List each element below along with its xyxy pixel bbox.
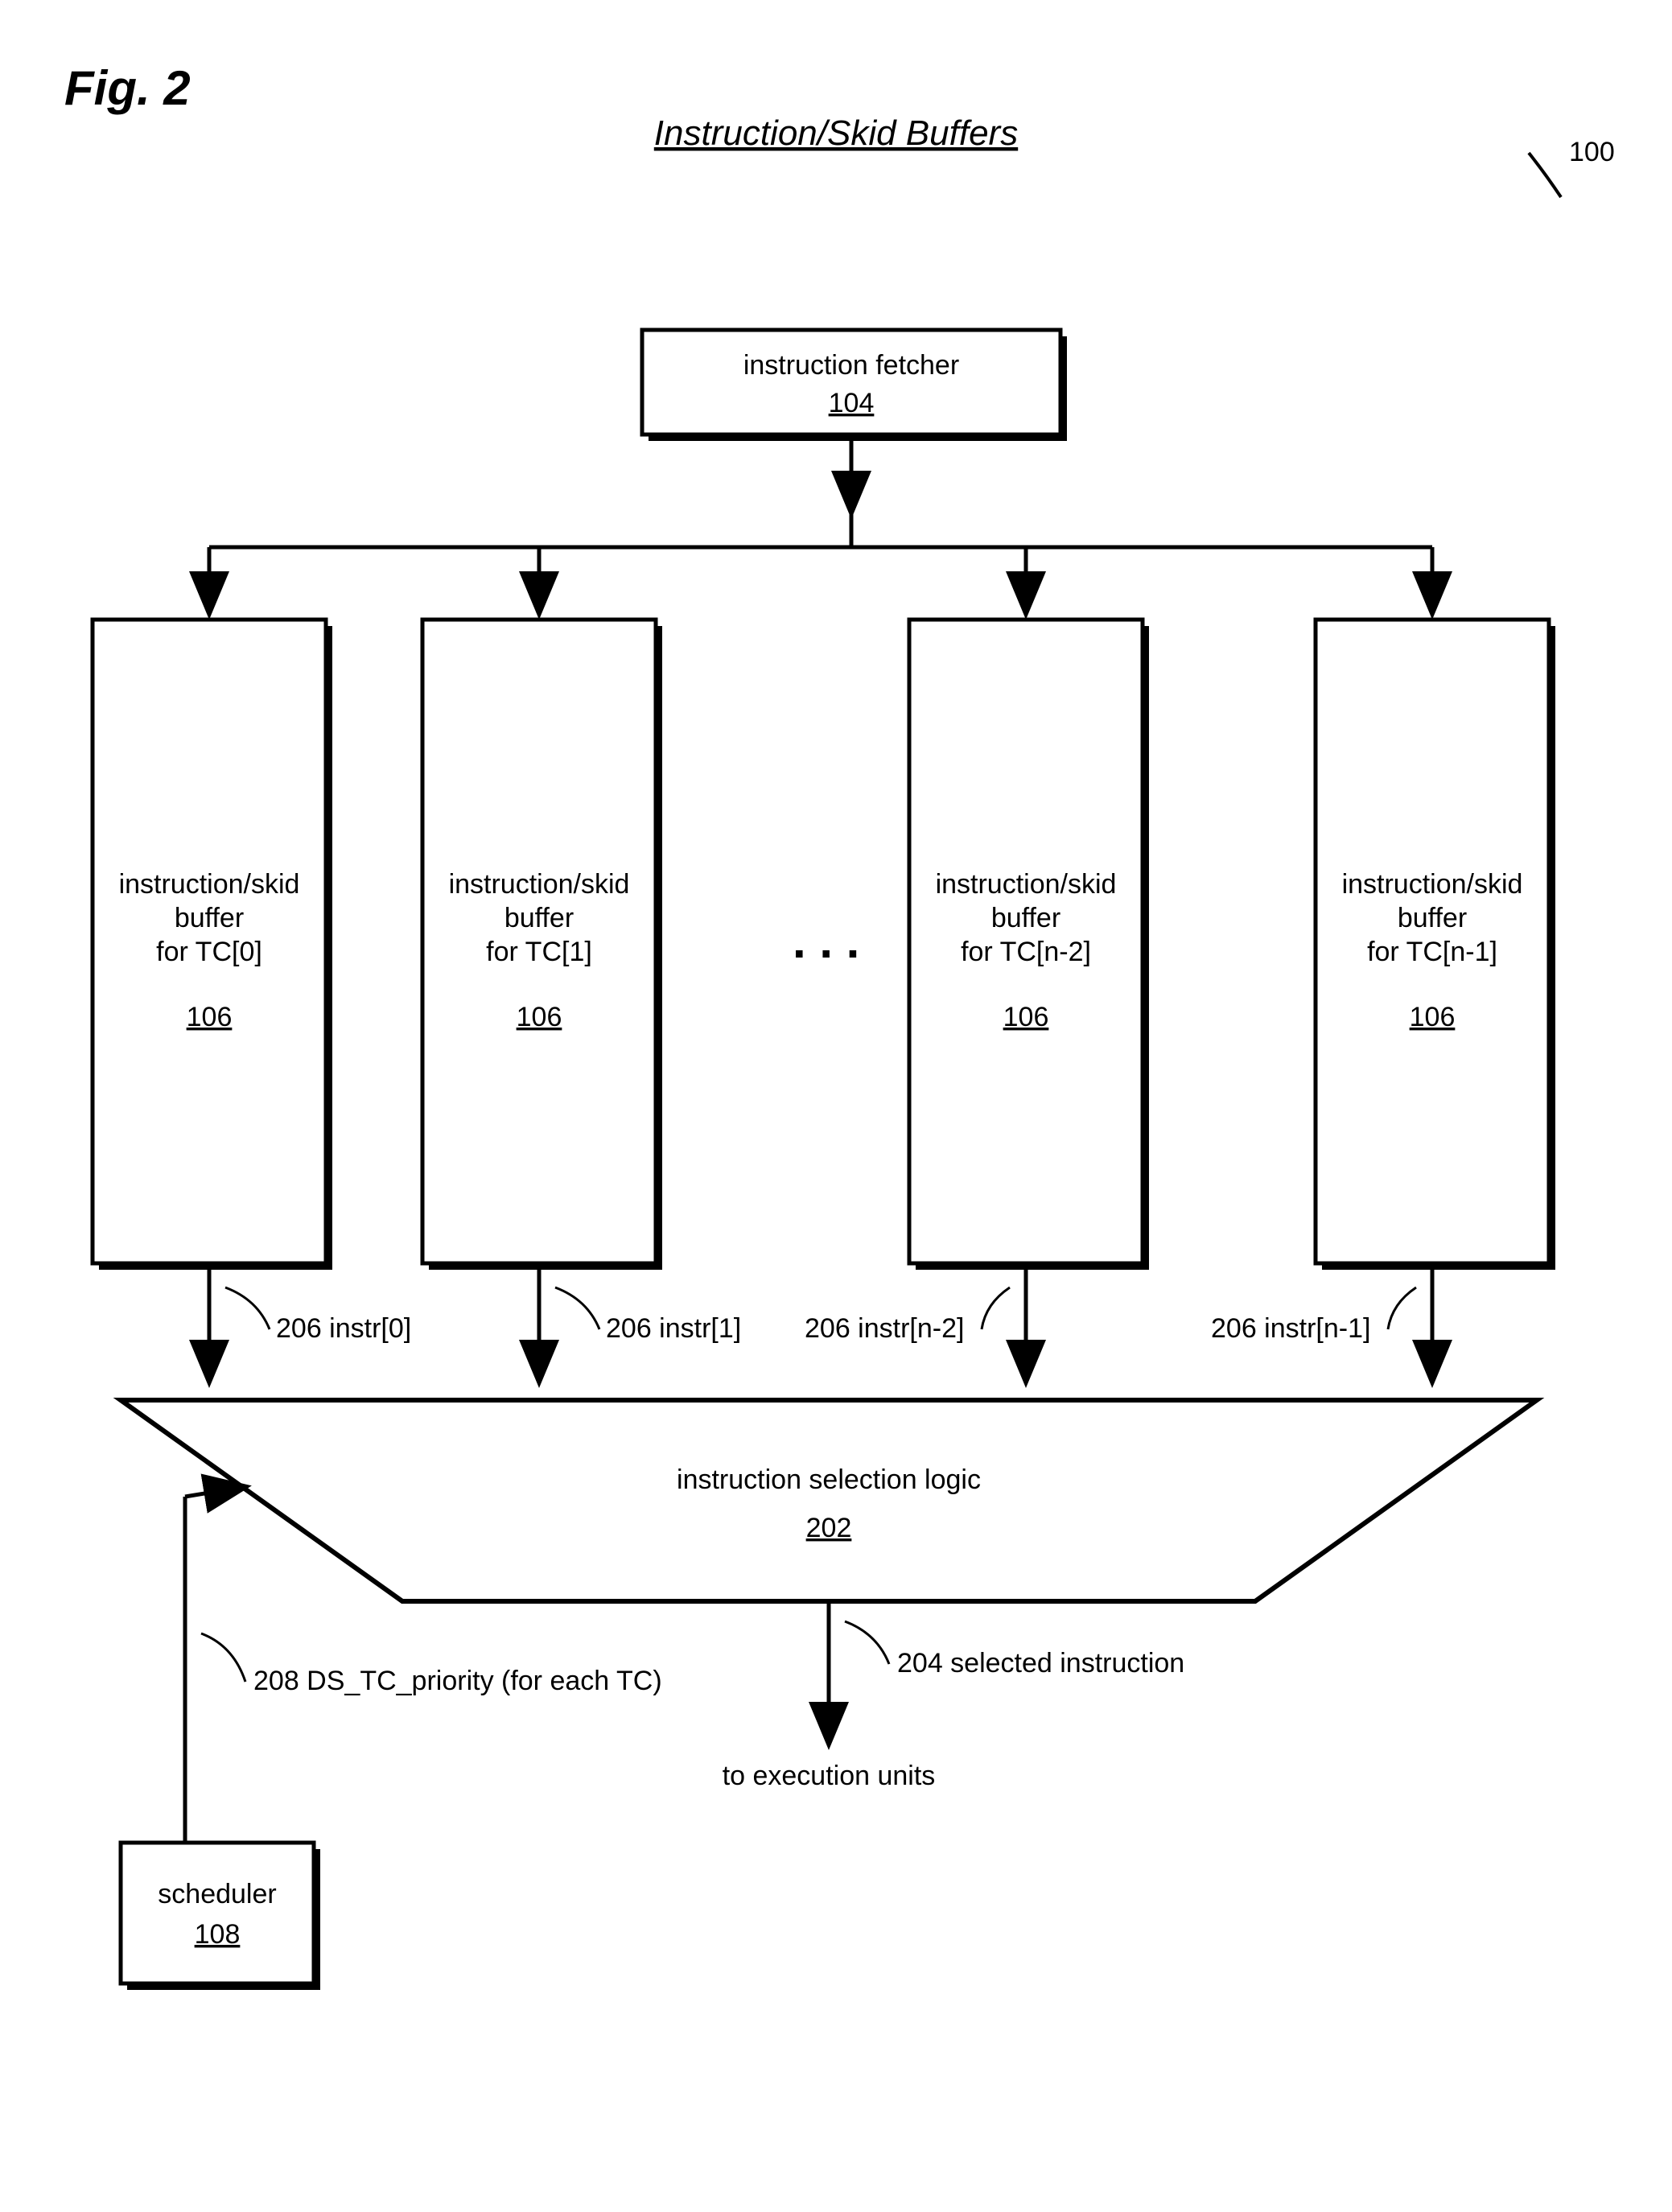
svg-text:106: 106: [517, 1002, 562, 1032]
svg-text:206 instr[1]: 206 instr[1]: [606, 1313, 741, 1344]
svg-text:buffer: buffer: [175, 903, 244, 933]
svg-text:instruction/skid: instruction/skid: [119, 869, 300, 900]
scheduler-box: scheduler 108: [121, 1843, 320, 1990]
svg-text:for TC[n-2]: for TC[n-2]: [961, 937, 1091, 967]
buffer-1-group: instruction/skid buffer for TC[1] 106 20…: [422, 547, 741, 1380]
priority-label: 208 DS_TC_priority (for each TC): [253, 1666, 662, 1696]
ref-marker-100: 100: [1529, 137, 1615, 197]
svg-text:106: 106: [187, 1002, 233, 1032]
output-arrow-group: 204 selected instruction to execution un…: [723, 1601, 1185, 1791]
diagram-title: Instruction/Skid Buffers: [654, 113, 1018, 153]
svg-text:for TC[n-1]: for TC[n-1]: [1367, 937, 1497, 967]
svg-text:for TC[0]: for TC[0]: [156, 937, 262, 967]
buffer-3-group: instruction/skid buffer for TC[n-1] 106 …: [1211, 547, 1555, 1380]
scheduler-ref: 108: [195, 1919, 241, 1950]
svg-text:206 instr[n-2]: 206 instr[n-2]: [805, 1313, 964, 1344]
svg-text:206 instr[0]: 206 instr[0]: [276, 1313, 411, 1344]
svg-text:buffer: buffer: [991, 903, 1060, 933]
selection-label: instruction selection logic: [677, 1464, 981, 1495]
ellipsis: . . .: [793, 914, 859, 968]
buffer-0-group: instruction/skid buffer for TC[0] 106 20…: [93, 547, 411, 1380]
scheduler-label: scheduler: [158, 1879, 276, 1909]
svg-text:instruction/skid: instruction/skid: [1342, 869, 1523, 900]
svg-text:206 instr[n-1]: 206 instr[n-1]: [1211, 1313, 1370, 1344]
ref-100-label: 100: [1569, 137, 1615, 167]
svg-text:instruction/skid: instruction/skid: [449, 869, 630, 900]
svg-text:buffer: buffer: [504, 903, 574, 933]
svg-text:instruction/skid: instruction/skid: [936, 869, 1117, 900]
diagram-canvas: Fig. 2 Instruction/Skid Buffers 100 inst…: [32, 32, 1640, 2180]
selection-ref: 202: [806, 1513, 852, 1543]
svg-text:buffer: buffer: [1398, 903, 1467, 933]
to-execution-units: to execution units: [723, 1761, 936, 1791]
fetcher-label: instruction fetcher: [743, 350, 959, 381]
svg-text:106: 106: [1410, 1002, 1456, 1032]
instruction-fetcher-box: instruction fetcher 104: [642, 330, 1067, 441]
svg-text:106: 106: [1003, 1002, 1049, 1032]
figure-label: Fig. 2: [64, 61, 191, 115]
instruction-selection-logic: instruction selection logic 202: [121, 1400, 1537, 1601]
svg-text:for TC[1]: for TC[1]: [486, 937, 592, 967]
fetcher-ref: 104: [829, 388, 875, 418]
selected-instruction-label: 204 selected instruction: [897, 1648, 1184, 1679]
